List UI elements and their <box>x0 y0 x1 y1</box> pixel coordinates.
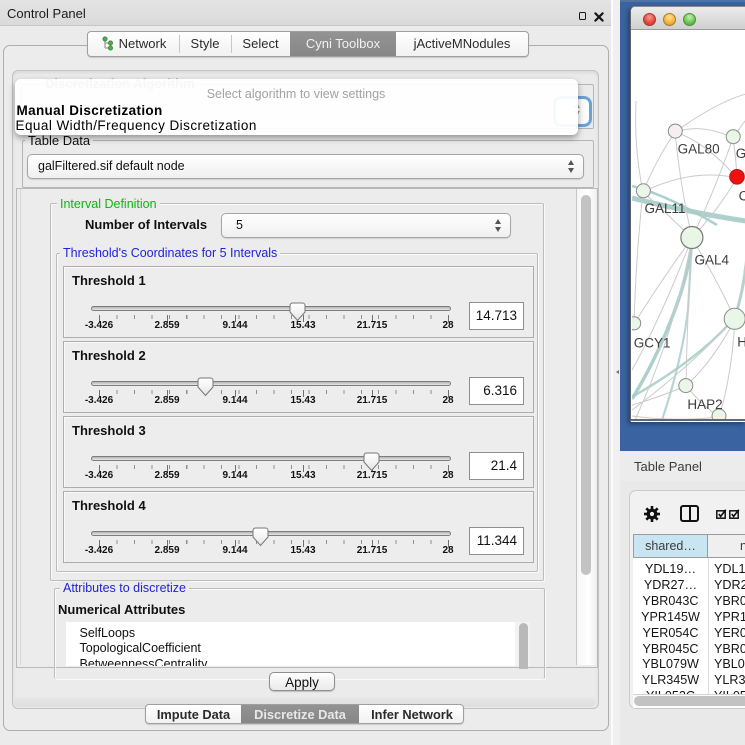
svg-text:HA: HA <box>737 334 745 349</box>
svg-text:GAL80: GAL80 <box>678 141 720 156</box>
svg-text:GA: GA <box>736 146 745 161</box>
svg-text:GAL11: GAL11 <box>645 201 686 216</box>
svg-text:GCY1: GCY1 <box>634 335 671 350</box>
svg-text:CY: CY <box>739 189 745 204</box>
svg-text:GAL4: GAL4 <box>695 252 730 267</box>
svg-text:HAP2: HAP2 <box>687 397 722 412</box>
